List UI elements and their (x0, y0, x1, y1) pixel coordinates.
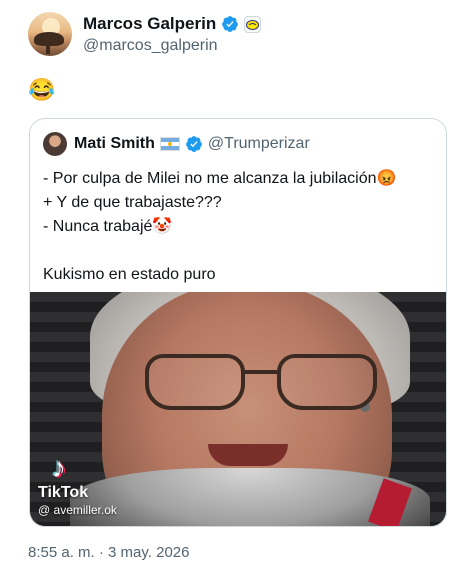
quoted-avatar (43, 132, 67, 156)
quoted-tweet[interactable]: Mati Smith @Trumperizar - Por culpa de M… (29, 118, 447, 527)
tiktok-logo-icon: ♪ (52, 452, 66, 483)
argentina-flag-icon (159, 137, 180, 151)
verified-badge-icon[interactable] (221, 15, 239, 33)
quoted-media-video[interactable]: ♪ TikTok @ avemiller.ok (30, 292, 446, 526)
verified-badge-icon (186, 136, 202, 152)
author-handle[interactable]: @marcos_galperin (83, 37, 218, 55)
quoted-text-line: - Nunca trabajé🤡 (43, 218, 173, 235)
quoted-author-name: Mati Smith (74, 135, 155, 152)
tiktok-username: @ avemiller.ok (38, 503, 117, 517)
quoted-author-handle: @Trumperizar (207, 135, 310, 152)
author-name-row: Marcos Galperin (83, 14, 262, 34)
quoted-text: - Por culpa de Milei no me alcanza la ju… (43, 167, 438, 287)
post-text: 😂 (28, 77, 56, 102)
tiktok-watermark: ♪ TikTok @ avemiller.ok (38, 452, 117, 518)
quoted-text-line: + Y de que trabajaste??? (43, 194, 222, 211)
quoted-text-line (43, 239, 438, 263)
quoted-header: Mati Smith @Trumperizar (43, 132, 310, 156)
tweet-header: Marcos Galperin @marcos_galperin (28, 12, 448, 60)
quoted-text-line: - Por culpa de Milei no me alcanza la ju… (43, 170, 397, 187)
author-avatar[interactable] (28, 12, 72, 56)
tiktok-brand: TikTok (38, 484, 89, 501)
affiliate-badge-icon[interactable] (244, 15, 262, 33)
author-name[interactable]: Marcos Galperin (83, 14, 216, 34)
post-timestamp[interactable]: 8:55 a. m. · 3 may. 2026 (28, 544, 189, 561)
quoted-text-line: Kukismo en estado puro (43, 266, 216, 283)
glasses (145, 354, 377, 416)
